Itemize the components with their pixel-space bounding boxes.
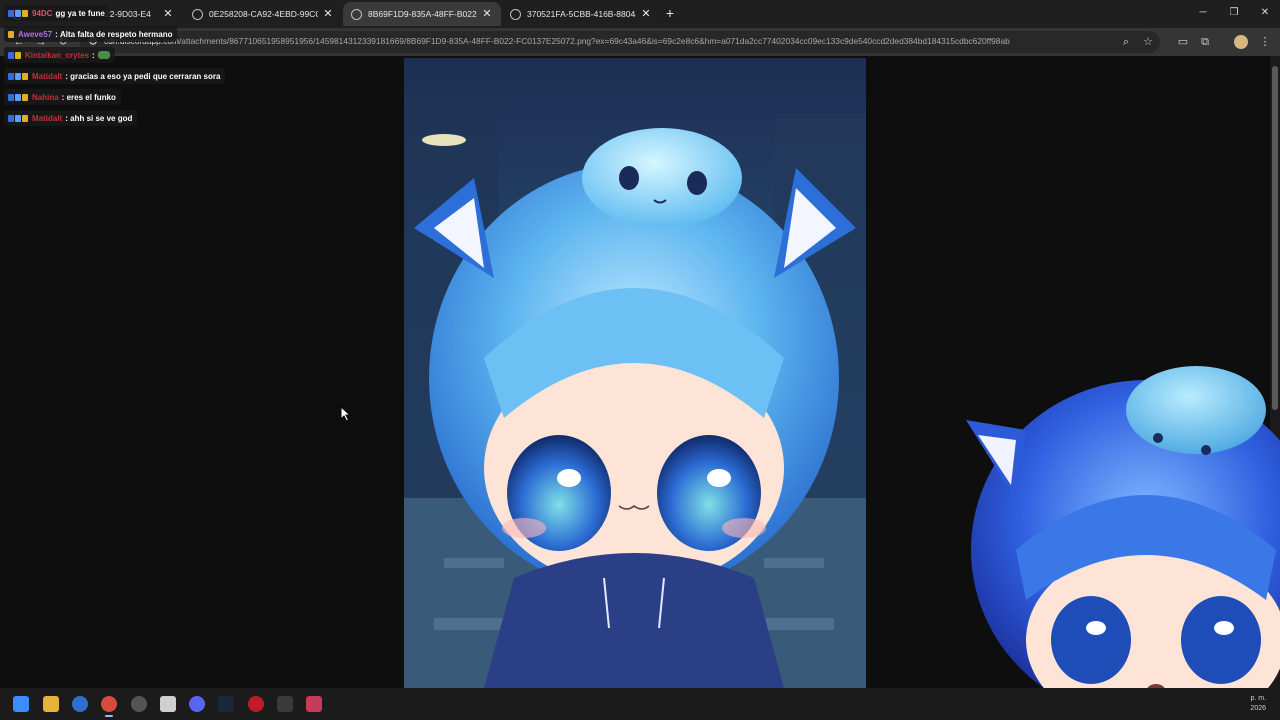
taskbar: p. m. 2026 bbox=[0, 688, 1280, 720]
emote-icon bbox=[97, 51, 110, 59]
close-icon[interactable]: ✕ bbox=[640, 8, 652, 20]
chat-message: Aweve57 : Alta falta de respeto hermano bbox=[4, 26, 178, 42]
chat-message: Matidalt : ahh si se ve god bbox=[4, 110, 138, 126]
chat-username: Nahina bbox=[32, 92, 59, 102]
chat-badges bbox=[8, 51, 22, 59]
close-icon[interactable]: ✕ bbox=[162, 8, 174, 20]
browser-icon[interactable] bbox=[72, 696, 88, 712]
tab-strip: 22-9D03-E4 ✕ 0E258208-CA92-4EBD-99CC-A ✕… bbox=[0, 0, 1280, 28]
close-window-icon[interactable]: ✕ bbox=[1258, 6, 1272, 20]
steam-icon[interactable] bbox=[218, 696, 234, 712]
chat-text: Alta falta de respeto hermano bbox=[60, 29, 173, 39]
tray-date: 2026 bbox=[1250, 705, 1266, 712]
globe-icon bbox=[192, 8, 203, 20]
chat-message: 94DC gg ya te fune bbox=[4, 5, 110, 21]
new-tab-button[interactable]: + bbox=[662, 5, 678, 21]
windows-start-icon[interactable] bbox=[13, 696, 29, 712]
menu-icon[interactable]: ⋮ bbox=[1258, 35, 1272, 49]
chat-username: Kintaikan_crytes bbox=[25, 50, 90, 60]
tab-2[interactable]: 0E258208-CA92-4EBD-99CC-A ✕ bbox=[184, 2, 342, 26]
chat-username: 94DC bbox=[32, 8, 53, 18]
cast-icon[interactable]: ▭ bbox=[1176, 35, 1190, 49]
chat-message: Matidalt : gracias a eso ya pedi que cer… bbox=[4, 68, 226, 84]
close-icon[interactable]: ✕ bbox=[481, 8, 493, 20]
address-bar[interactable]: ⚙ cdn.discordapp.com/attachments/8677106… bbox=[80, 31, 1160, 53]
chat-username: Aweve57 bbox=[18, 29, 53, 39]
extensions-icon[interactable]: ⧉ bbox=[1198, 35, 1212, 49]
chat-username: Matidalt bbox=[32, 113, 63, 123]
close-icon[interactable]: ✕ bbox=[322, 8, 334, 20]
globe-icon bbox=[510, 8, 521, 20]
tab-4[interactable]: 370521FA-5CBB-416B-8804-9E ✕ bbox=[502, 2, 660, 26]
chibi-artwork-image bbox=[404, 58, 866, 688]
chat-badges bbox=[8, 114, 29, 122]
restore-icon[interactable]: ❐ bbox=[1227, 6, 1241, 20]
chat-badges bbox=[8, 72, 29, 80]
chat-message: Nahina : eres el funko bbox=[4, 89, 121, 105]
minimize-icon[interactable]: ─ bbox=[1196, 6, 1210, 20]
chat-text: gracias a eso ya pedi que cerraran sora bbox=[70, 71, 221, 81]
screen: 22-9D03-E4 ✕ 0E258208-CA92-4EBD-99CC-A ✕… bbox=[0, 0, 1280, 720]
tab-3[interactable]: 8B69F1D9-835A-48FF-B022-FC ✕ bbox=[343, 2, 501, 26]
chat-text: ahh si se ve god bbox=[70, 113, 133, 123]
chat-badges bbox=[8, 9, 29, 17]
app-icon[interactable] bbox=[160, 696, 176, 712]
chat-badges bbox=[8, 30, 15, 38]
vtuber-avatar-overlay bbox=[956, 350, 1280, 720]
globe-icon bbox=[351, 8, 362, 20]
discord-icon[interactable] bbox=[189, 696, 205, 712]
mouse-cursor-icon bbox=[340, 406, 352, 422]
chat-badges bbox=[8, 93, 29, 101]
url-text: cdn.discordapp.com/attachments/867710651… bbox=[104, 36, 1010, 46]
toolbar: ← → ↻ ⚙ cdn.discordapp.com/attachments/8… bbox=[0, 28, 1280, 56]
xbox-icon[interactable] bbox=[277, 696, 293, 712]
obs-icon[interactable] bbox=[131, 696, 147, 712]
app-icon[interactable] bbox=[306, 696, 322, 712]
tab-3-title: 8B69F1D9-835A-48FF-B022-FC bbox=[368, 9, 477, 19]
chrome-icon[interactable] bbox=[101, 696, 117, 717]
opera-gx-icon[interactable] bbox=[248, 696, 264, 712]
tab-2-title: 0E258208-CA92-4EBD-99CC-A bbox=[209, 9, 318, 19]
zoom-icon[interactable]: ⌕ bbox=[1119, 35, 1133, 49]
chat-username: Matidalt bbox=[32, 71, 63, 81]
file-explorer-icon[interactable] bbox=[43, 696, 59, 712]
profile-avatar[interactable] bbox=[1234, 35, 1248, 49]
chat-message: Kintaikan_crytes : bbox=[4, 47, 115, 63]
tab-4-title: 370521FA-5CBB-416B-8804-9E bbox=[527, 9, 636, 19]
tray-time: p. m. bbox=[1250, 695, 1266, 702]
chat-text: gg ya te fune bbox=[55, 8, 105, 18]
bookmark-star-icon[interactable]: ☆ bbox=[1141, 35, 1155, 49]
chat-text: eres el funko bbox=[66, 92, 116, 102]
